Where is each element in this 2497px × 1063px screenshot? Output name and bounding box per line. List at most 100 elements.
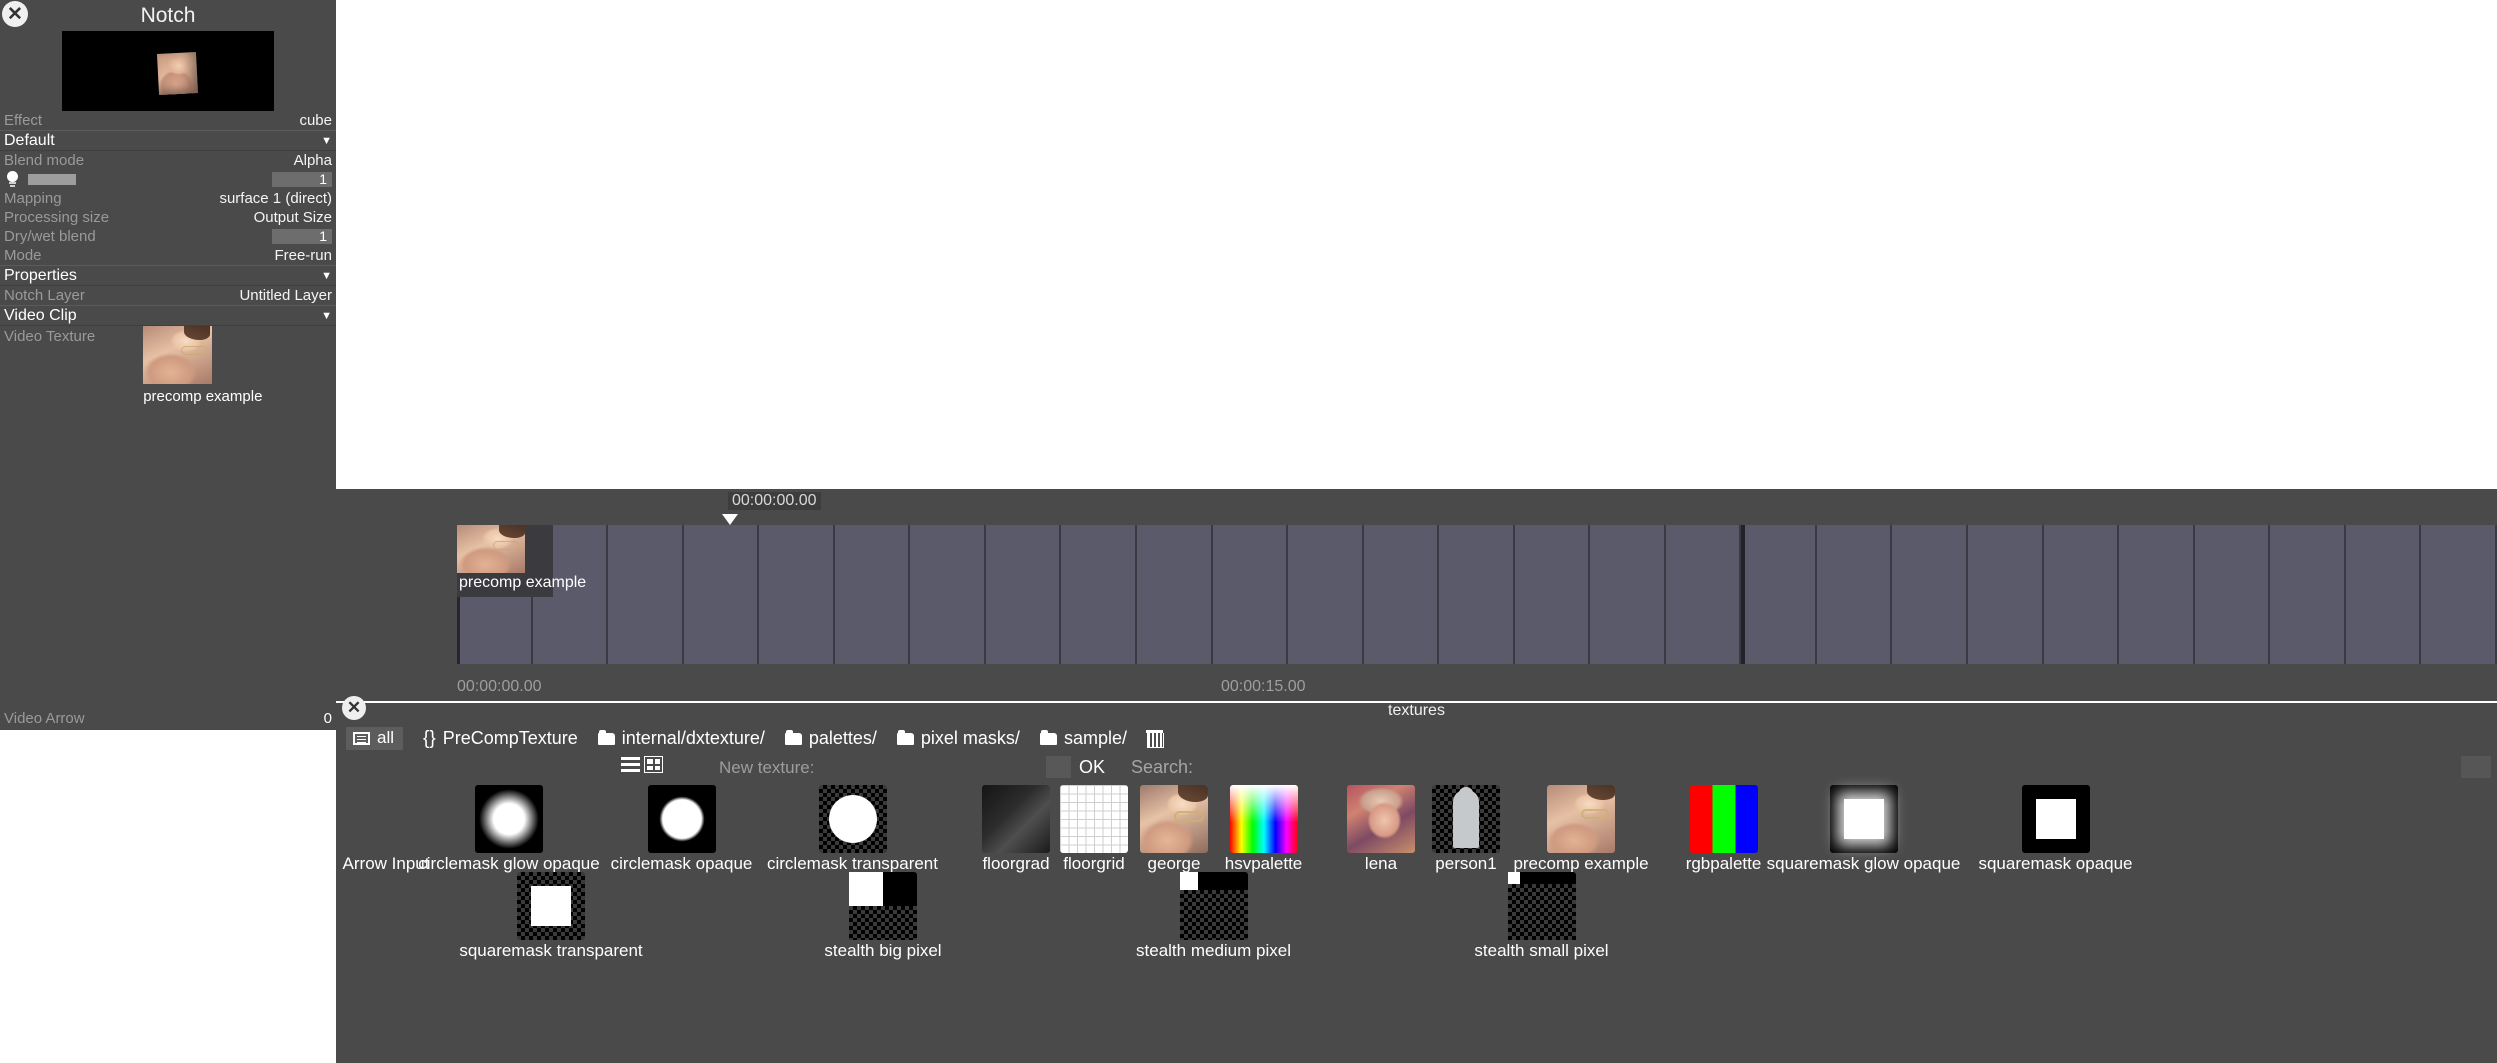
row-dry-wet-blend[interactable]: Dry/wet blend 1 [0, 227, 336, 246]
mapping-label: Mapping [4, 190, 62, 207]
texture-hsvpalette[interactable]: hsvpalette [1200, 785, 1327, 874]
timeline-lane[interactable] [1817, 525, 1893, 664]
timeline-lane[interactable] [1061, 525, 1137, 664]
texture-thumbnail [1508, 872, 1576, 940]
row-blend-slider[interactable]: 1 [0, 170, 336, 189]
texture-squaremask-glow-opaque[interactable]: squaremask glow opaque [1761, 785, 1966, 874]
breadcrumb-precomptexture[interactable]: {} PreCompTexture [423, 728, 578, 750]
ok-row[interactable]: OK Search: [1046, 756, 1193, 778]
timeline-lane[interactable] [2044, 525, 2120, 664]
texture-thumbnail [1830, 785, 1898, 853]
close-icon[interactable]: ✕ [2, 1, 28, 27]
dry-wet-blend-field[interactable]: 1 [272, 229, 332, 244]
timeline-clip[interactable]: precomp example [457, 525, 553, 597]
texture-circlemask-transparent[interactable]: circlemask transparent [756, 785, 949, 874]
timeline-lane[interactable] [986, 525, 1062, 664]
texture-squaremask-transparent[interactable]: squaremask transparent [456, 872, 646, 961]
timeline-lane[interactable] [2421, 525, 2497, 664]
breadcrumb-label: sample/ [1064, 728, 1127, 749]
timeline-ruler-top[interactable]: 00:00:00.00 [336, 489, 2497, 517]
processing-size-value: Output Size [254, 209, 332, 226]
chevron-down-icon[interactable]: ▼ [321, 310, 332, 322]
timeline-lane[interactable] [835, 525, 911, 664]
timeline-lane[interactable] [1666, 525, 1742, 664]
row-effect[interactable]: Effect cube [0, 111, 336, 130]
ok-button[interactable]: OK [1079, 757, 1105, 778]
timeline-lane[interactable] [910, 525, 986, 664]
texture-circlemask-opaque[interactable]: circlemask opaque [596, 785, 767, 874]
texture-thumbnail [1547, 785, 1615, 853]
notch-layer-value: Untitled Layer [239, 287, 332, 304]
breadcrumb-label: palettes/ [809, 728, 877, 749]
bulb-icon[interactable] [4, 171, 22, 188]
section-header-video-clip[interactable]: Video Clip ▼ [0, 305, 336, 326]
panel-title: Notch [141, 4, 196, 28]
playhead-time-label: 00:00:00.00 [728, 492, 821, 510]
timeline-lane[interactable] [684, 525, 760, 664]
row-video-texture[interactable]: Video Texture precomp example [0, 326, 336, 401]
video-texture-thumbnail[interactable]: precomp example [143, 326, 262, 401]
texture-browser[interactable]: ✕ textures all {} PreCompTexture interna… [336, 703, 2497, 1063]
search-input[interactable] [2461, 756, 2491, 778]
timeline-panel[interactable]: 00:00:00.00 precomp example 00:00:00.00 … [336, 489, 2497, 701]
row-processing-size[interactable]: Processing size Output Size [0, 208, 336, 227]
blend-slider[interactable] [28, 174, 76, 185]
list-view-icon[interactable] [621, 757, 640, 772]
texture-stealth-big-pixel[interactable]: stealth big pixel [809, 872, 957, 961]
timeline-lane[interactable] [2270, 525, 2346, 664]
section-header-default[interactable]: Default ▼ [0, 130, 336, 151]
timeline-ruler-bottom[interactable]: 00:00:00.00 00:00:15.00 [336, 675, 2497, 701]
texture-thumbnail [1347, 785, 1415, 853]
texture-stealth-small-pixel[interactable]: stealth small pixel [1464, 872, 1619, 961]
texture-squaremask-opaque[interactable]: squaremask opaque [1964, 785, 2147, 874]
blend-value-field[interactable]: 1 [272, 172, 332, 187]
texture-circlemask-glow-opaque[interactable]: circlemask glow opaque [411, 785, 607, 874]
filter-all-button[interactable]: all [346, 727, 403, 750]
row-video-arrow[interactable]: Video Arrow 0 [0, 706, 336, 730]
timeline-lane[interactable] [759, 525, 835, 664]
chevron-down-icon[interactable]: ▼ [321, 270, 332, 282]
timeline-lane[interactable] [1213, 525, 1289, 664]
section-title-video-clip: Video Clip [4, 307, 77, 325]
texture-thumbnail [1690, 785, 1758, 853]
new-texture-label: New texture: [719, 758, 814, 778]
row-blend-mode[interactable]: Blend mode Alpha [0, 151, 336, 170]
texture-thumbnail [849, 872, 917, 940]
video-arrow-value: 0 [324, 710, 332, 727]
chevron-down-icon[interactable]: ▼ [321, 135, 332, 147]
texture-label: circlemask opaque [596, 854, 767, 874]
playhead-marker[interactable] [722, 514, 738, 525]
section-header-properties[interactable]: Properties ▼ [0, 265, 336, 286]
timeline-lane[interactable] [1288, 525, 1364, 664]
breadcrumb-internal-dxtexture[interactable]: internal/dxtexture/ [598, 728, 765, 749]
view-mode-toggle[interactable] [621, 756, 663, 773]
breadcrumb-pixel-masks[interactable]: pixel masks/ [897, 728, 1020, 749]
texture-thumbnail [1140, 785, 1208, 853]
timeline-lane[interactable] [1892, 525, 1968, 664]
grid-view-icon[interactable] [644, 756, 663, 773]
texture-precomp-example[interactable]: precomp example [1503, 785, 1659, 874]
timeline-lane[interactable] [1137, 525, 1213, 664]
texture-label: circlemask glow opaque [411, 854, 607, 874]
breadcrumb[interactable]: all {} PreCompTexture internal/dxtexture… [346, 727, 1162, 750]
row-mapping[interactable]: Mapping surface 1 (direct) [0, 189, 336, 208]
breadcrumb-palettes[interactable]: palettes/ [785, 728, 877, 749]
timeline-lane[interactable] [1590, 525, 1666, 664]
row-mode[interactable]: Mode Free-run [0, 246, 336, 265]
timeline-lane[interactable] [1968, 525, 2044, 664]
timeline-lane[interactable] [1515, 525, 1591, 664]
ok-checkbox[interactable] [1046, 756, 1071, 778]
timeline-lane[interactable] [2346, 525, 2422, 664]
timeline-lane[interactable] [1364, 525, 1440, 664]
folder-icon [1040, 733, 1057, 745]
breadcrumb-sample[interactable]: sample/ [1040, 728, 1127, 749]
timeline-lane[interactable] [1741, 525, 1817, 664]
timeline-lane[interactable] [1439, 525, 1515, 664]
texture-stealth-medium-pixel[interactable]: stealth medium pixel [1126, 872, 1301, 961]
delete-button[interactable] [1147, 730, 1162, 747]
timeline-lane[interactable] [2195, 525, 2271, 664]
timeline-lane[interactable] [2119, 525, 2195, 664]
row-notch-layer[interactable]: Notch Layer Untitled Layer [0, 286, 336, 305]
timeline-track[interactable]: precomp example [336, 525, 2497, 664]
timeline-lane[interactable] [608, 525, 684, 664]
